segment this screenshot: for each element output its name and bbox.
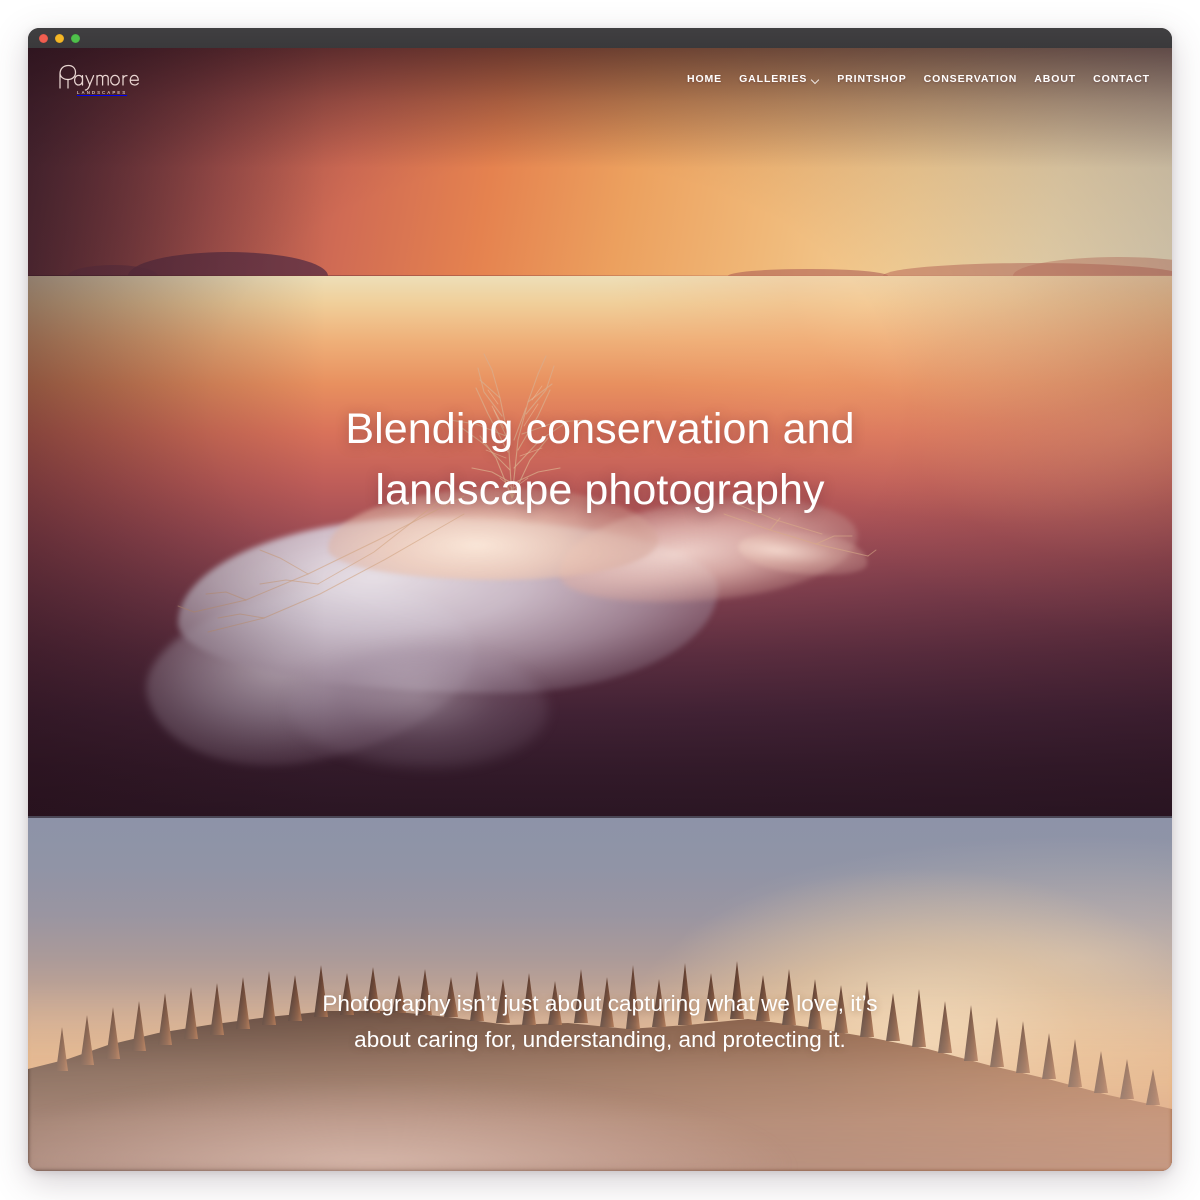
main-navigation: HOME GALLERIES PRINTSHOP CONSERVATION AB… [687,73,1150,85]
nav-label-printshop: PRINTSHOP [837,73,907,85]
traffic-light-group [39,33,80,43]
logo-wordmark-icon [59,64,139,91]
browser-window: LANDSCAPES HOME GALLERIES PRINTSHOP CONS… [28,28,1172,1171]
nav-item-printshop[interactable]: PRINTSHOP [837,73,906,85]
hero-vignette [28,48,1172,816]
desktop-backdrop: LANDSCAPES HOME GALLERIES PRINTSHOP CONS… [0,0,1200,1200]
nav-item-home[interactable]: HOME [687,73,722,85]
nav-label-galleries: GALLERIES [739,73,808,85]
chevron-down-icon [812,76,820,84]
nav-label-conservation: CONSERVATION [923,73,1018,85]
nav-label-contact: CONTACT [1093,73,1150,85]
nav-item-contact[interactable]: CONTACT [1093,73,1150,85]
nav-item-about[interactable]: ABOUT [1034,73,1076,85]
maximize-window-button[interactable] [71,33,80,43]
forest-mist-lower [28,1051,1172,1171]
site-header: LANDSCAPES HOME GALLERIES PRINTSHOP CONS… [28,48,1172,110]
nav-label-home: HOME [686,73,723,85]
nav-label-about: ABOUT [1034,73,1077,85]
close-window-button[interactable] [39,33,48,43]
window-titlebar[interactable] [28,28,1172,48]
site-logo[interactable]: LANDSCAPES [48,59,144,99]
nav-item-galleries[interactable]: GALLERIES [739,73,820,85]
logo-subtitle: LANDSCAPES [76,90,128,95]
section-divider [28,816,1172,818]
hero-section: LANDSCAPES HOME GALLERIES PRINTSHOP CONS… [28,48,1172,816]
forest-quote-section: Photography isn’t just about capturing w… [28,816,1172,1171]
page-viewport[interactable]: LANDSCAPES HOME GALLERIES PRINTSHOP CONS… [28,48,1172,1171]
nav-item-conservation[interactable]: CONSERVATION [924,73,1018,85]
minimize-window-button[interactable] [55,33,64,43]
